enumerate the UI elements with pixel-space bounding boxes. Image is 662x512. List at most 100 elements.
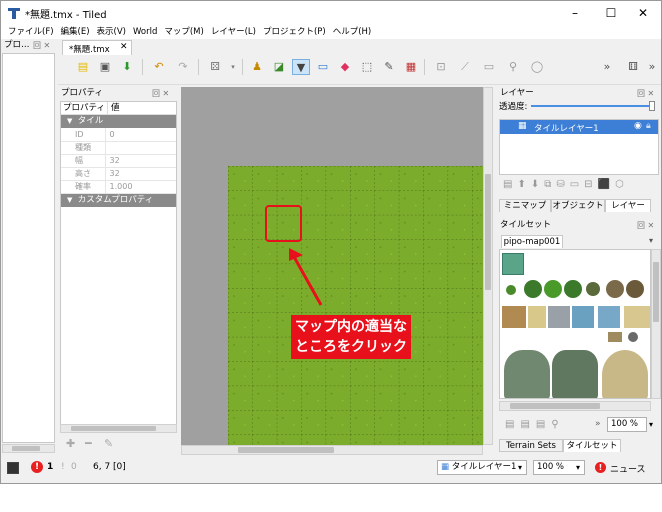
menu-world[interactable]: World <box>133 25 157 39</box>
open-icon[interactable]: ▣ <box>96 59 114 75</box>
mountain-tile[interactable] <box>552 350 598 398</box>
tab-tilesets[interactable]: タイルセット <box>563 439 621 452</box>
shape-fill-icon[interactable]: ▭ <box>314 59 332 75</box>
properties-dock-buttons[interactable]: 回 ✕ <box>152 88 169 99</box>
left-dock-buttons[interactable]: 回 ✕ <box>33 40 50 51</box>
maximize-button[interactable]: ☐ <box>593 1 629 25</box>
error-count[interactable]: 1 <box>47 462 53 472</box>
console-icon[interactable] <box>7 462 19 474</box>
plant-tile[interactable] <box>586 282 600 296</box>
zoom-dropdown-icon[interactable]: ▾ <box>576 461 580 474</box>
scroll-thumb[interactable] <box>510 403 600 409</box>
document-tab-close-icon[interactable]: ✕ <box>120 42 128 52</box>
insert-rectangle-icon[interactable]: ▭ <box>480 59 498 75</box>
select-same-tile-icon[interactable]: ▦ <box>402 59 420 75</box>
prop-row[interactable]: 種類 <box>61 141 176 155</box>
stamp-brush-icon[interactable]: ♟ <box>248 59 266 75</box>
stamp-random-icon[interactable]: ⚄ <box>206 59 224 75</box>
scroll-thumb[interactable] <box>653 262 659 322</box>
prop-row[interactable]: 確率 1.000 <box>61 180 176 194</box>
new-map-icon[interactable]: ▤ <box>74 59 92 75</box>
bush-tile[interactable] <box>506 285 516 295</box>
tileset-zoom-combo[interactable]: 100 % <box>607 417 647 432</box>
zoom-dropdown-icon[interactable]: ▾ <box>649 420 653 429</box>
map-view[interactable]: マップ内の適当な ところをクリック <box>181 87 483 445</box>
add-property-icon[interactable]: ✚ <box>66 437 75 450</box>
sand-tile[interactable] <box>624 306 650 328</box>
close-button[interactable]: ✕ <box>625 1 661 25</box>
water-tile[interactable] <box>502 253 524 275</box>
scroll-thumb[interactable] <box>12 446 40 451</box>
terrain-brush-icon[interactable]: ◪ <box>270 59 288 75</box>
rect-select-icon[interactable]: ⬚ <box>358 59 376 75</box>
save-icon[interactable]: ⬇ <box>118 59 136 75</box>
post-tile[interactable] <box>608 332 622 342</box>
menu-file[interactable]: ファイル(F) <box>8 25 54 39</box>
layer-action-buttons[interactable]: ▤⬆⬇⧉⛁▭⊟⬛⬡ <box>503 179 659 190</box>
stone-tile[interactable] <box>628 332 638 342</box>
tileset-hscrollbar[interactable] <box>499 401 651 411</box>
fence-tile[interactable] <box>548 306 570 328</box>
rock-tile[interactable] <box>626 280 644 298</box>
tileset-vscrollbar[interactable] <box>651 249 661 399</box>
stairs-tile[interactable] <box>528 306 546 328</box>
rock-tile[interactable] <box>606 280 624 298</box>
col-value-header[interactable]: 値 <box>107 102 120 115</box>
layer-dropdown-icon[interactable]: ▾ <box>518 461 522 474</box>
zoom-combo[interactable]: 100 % ▾ <box>533 460 585 475</box>
undo-icon[interactable]: ↶ <box>150 59 168 75</box>
dice-icon[interactable]: ⚅ <box>624 59 642 75</box>
tileset-view[interactable] <box>499 249 651 399</box>
minimize-button[interactable]: – <box>557 1 593 25</box>
mountain-tile[interactable] <box>504 350 550 398</box>
toolbar-overflow-2-icon[interactable]: » <box>643 59 661 75</box>
left-dock-scrollbar[interactable] <box>2 444 55 453</box>
prop-row[interactable]: 高さ 32 <box>61 167 176 181</box>
layer-combo[interactable]: ▦ タイルレイヤー1 ▾ <box>437 460 527 475</box>
scroll-thumb[interactable] <box>238 447 334 453</box>
visibility-eye-icon[interactable]: ◉ <box>634 121 642 131</box>
tileset-action-buttons[interactable]: ▤▤▤⚲ <box>505 419 565 430</box>
warning-count[interactable]: 0 <box>71 462 77 472</box>
tileset-tabs-dropdown-icon[interactable]: ▾ <box>649 236 653 245</box>
toolbar-overflow-icon[interactable]: » <box>598 59 616 75</box>
tab-minimap[interactable]: ミニマップ <box>499 199 551 212</box>
tab-layers[interactable]: レイヤー <box>605 199 651 212</box>
fence-tile[interactable] <box>572 306 594 328</box>
map-hscrollbar[interactable] <box>181 445 483 455</box>
bucket-fill-icon[interactable]: ▼ <box>292 59 310 75</box>
map-vscrollbar[interactable] <box>483 87 493 445</box>
tab-terrain-sets[interactable]: Terrain Sets <box>499 439 563 452</box>
document-tab[interactable]: *無題.tmx ✕ <box>62 40 132 55</box>
fountain-tile[interactable] <box>598 306 620 328</box>
magic-wand-icon[interactable]: ✎ <box>380 59 398 75</box>
menu-project[interactable]: プロジェクト(P) <box>263 25 326 39</box>
opacity-slider[interactable] <box>531 101 655 111</box>
tab-objects[interactable]: オブジェクト <box>551 199 605 212</box>
edit-polygons-icon[interactable]: ⟋ <box>456 59 474 75</box>
stamp-dropdown-icon[interactable]: ▾ <box>224 59 242 75</box>
prop-row[interactable]: ID 0 <box>61 128 176 142</box>
redo-icon[interactable]: ↷ <box>174 59 192 75</box>
zoom-overflow-icon[interactable]: » <box>595 419 601 429</box>
scroll-thumb[interactable] <box>71 426 156 431</box>
layers-dock-buttons[interactable]: 回 ✕ <box>637 88 654 99</box>
scroll-thumb[interactable] <box>485 174 491 290</box>
col-property-header[interactable]: プロパティ <box>63 102 105 115</box>
menu-layer[interactable]: レイヤー(L) <box>211 25 256 39</box>
properties-scrollbar[interactable] <box>60 424 177 433</box>
menu-view[interactable]: 表示(V) <box>97 25 126 39</box>
insert-ellipse-icon[interactable]: ◯ <box>528 59 546 75</box>
section-custom[interactable]: ▼ カスタムプロパティ <box>61 193 176 207</box>
prop-row[interactable]: 幅 32 <box>61 154 176 168</box>
warning-icon[interactable]: ! <box>61 462 65 472</box>
select-objects-icon[interactable]: ⊡ <box>432 59 450 75</box>
menu-edit[interactable]: 編集(E) <box>61 25 90 39</box>
news-label[interactable]: ニュース <box>610 462 646 475</box>
bridge-tile[interactable] <box>502 306 526 328</box>
insert-point-icon[interactable]: ⚲ <box>504 59 522 75</box>
tileset-dock-buttons[interactable]: 回 ✕ <box>637 220 654 231</box>
opacity-slider-handle[interactable] <box>649 101 655 111</box>
tree-tile[interactable] <box>544 280 562 298</box>
eraser-icon[interactable]: ◆ <box>336 59 354 75</box>
